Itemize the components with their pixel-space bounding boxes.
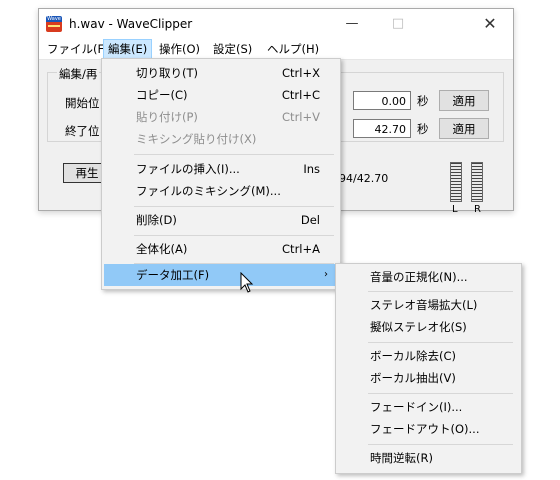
menu-item-cut[interactable]: 切り取り(T) Ctrl+X — [104, 62, 338, 84]
group-label: 編集/再 — [57, 66, 100, 82]
menu-item-mix-paste: ミキシング貼り付け(X) — [136, 132, 257, 146]
menu-item-delete[interactable]: 削除(D) Del — [104, 209, 338, 231]
menu-item-paste: 貼り付け(P) Ctrl+V — [136, 110, 320, 124]
menu-separator — [134, 154, 334, 155]
minimize-button[interactable]: — — [329, 9, 375, 39]
menu-operation[interactable]: 操作(O) — [155, 39, 204, 59]
start-time-field[interactable]: 0.00 — [353, 91, 411, 110]
submenu-item-fade-in[interactable]: フェードイン(I)... — [338, 396, 519, 418]
submenu-item-time-reverse[interactable]: 時間逆転(R) — [338, 447, 519, 469]
menu-separator — [368, 342, 513, 343]
data-processing-submenu: 音量の正規化(N)... ステレオ音場拡大(L) 擬似ステレオ化(S) ボーカル… — [335, 263, 522, 474]
title-bar: Wave h.wav - WaveClipper — □ ✕ — [39, 9, 513, 39]
end-time-field[interactable]: 42.70 — [353, 119, 411, 138]
mouse-cursor-icon — [240, 272, 254, 293]
submenu-item-vocal-remove[interactable]: ボーカル除去(C) — [338, 345, 519, 367]
apply-end-button[interactable]: 適用 — [439, 118, 489, 139]
submenu-arrow-icon: › — [324, 269, 328, 280]
level-meter-left — [450, 162, 462, 202]
end-position-label: 終了位 — [65, 124, 100, 138]
end-unit-label: 秒 — [417, 122, 429, 136]
menu-separator — [134, 235, 334, 236]
edit-menu: 切り取り(T) Ctrl+X コピー(C) Ctrl+C 貼り付け(P) Ctrl+V… — [101, 58, 341, 290]
level-meter-right — [471, 162, 483, 202]
submenu-item-fade-out[interactable]: フェードアウト(O)... — [338, 418, 519, 440]
menu-separator — [134, 206, 334, 207]
submenu-item-stereo-widen[interactable]: ステレオ音場拡大(L) — [338, 294, 519, 316]
menu-item-select-all[interactable]: 全体化(A) Ctrl+A — [104, 238, 338, 260]
window-title: h.wav - WaveClipper — [69, 17, 193, 31]
submenu-item-vocal-extract[interactable]: ボーカル抽出(V) — [338, 367, 519, 389]
menu-item-data-processing[interactable]: データ加工(F) › — [104, 264, 338, 286]
menu-settings[interactable]: 設定(S) — [209, 39, 256, 59]
menu-item-mix-file[interactable]: ファイルのミキシング(M)... — [104, 180, 338, 202]
start-position-label: 開始位 — [65, 96, 100, 110]
app-wave-icon: Wave — [46, 16, 62, 32]
close-button[interactable]: ✕ — [467, 9, 513, 39]
maximize-button[interactable]: □ — [375, 9, 421, 39]
menu-item-copy[interactable]: コピー(C) Ctrl+C — [104, 84, 338, 106]
time-display: 94/42.70 — [339, 172, 389, 185]
apply-start-button[interactable]: 適用 — [439, 90, 489, 111]
menu-edit[interactable]: 編集(E) — [103, 39, 153, 59]
meter-right-label: R — [474, 204, 481, 215]
start-unit-label: 秒 — [417, 94, 429, 108]
meter-left-label: L — [452, 204, 458, 215]
submenu-item-normalize[interactable]: 音量の正規化(N)... — [338, 266, 519, 288]
menu-item-insert-file[interactable]: ファイルの挿入(I)... Ins — [104, 158, 338, 180]
submenu-item-pseudo-stereo[interactable]: 擬似ステレオ化(S) — [338, 316, 519, 338]
menu-help[interactable]: ヘルプ(H) — [263, 39, 323, 59]
menu-bar: ファイル(F) 編集(E) 操作(O) 設定(S) ヘルプ(H) — [39, 39, 513, 60]
menu-separator — [368, 444, 513, 445]
menu-separator — [368, 393, 513, 394]
menu-separator — [368, 291, 513, 292]
